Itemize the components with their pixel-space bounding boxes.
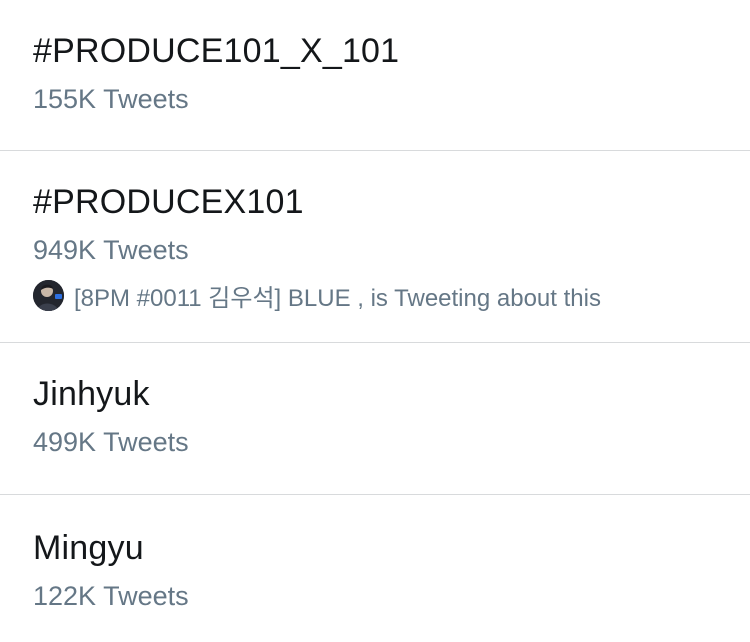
- trend-item-mingyu[interactable]: Mingyu 122K Tweets: [0, 495, 750, 642]
- trend-name: #PRODUCE101_X_101: [33, 32, 400, 70]
- trend-tweet-count: 155K Tweets: [33, 84, 189, 114]
- trend-item-producex101[interactable]: #PRODUCEX101 949K Tweets [8PM #0011 김우석]…: [0, 151, 750, 343]
- trend-item-produce101-x-101[interactable]: #PRODUCE101_X_101 155K Tweets: [0, 0, 750, 151]
- trend-tweet-count: 499K Tweets: [33, 427, 189, 457]
- trend-tweet-count: 122K Tweets: [33, 581, 189, 611]
- trend-context-text: [8PM #0011 김우석] BLUE , is Tweeting about…: [74, 284, 601, 312]
- trend-context: [8PM #0011 김우석] BLUE , is Tweeting about…: [33, 279, 601, 312]
- trend-tweet-count: 949K Tweets: [33, 235, 189, 265]
- trend-item-jinhyuk[interactable]: Jinhyuk 499K Tweets: [0, 343, 750, 495]
- trends-list: #PRODUCE101_X_101 155K Tweets #PRODUCEX1…: [0, 0, 750, 642]
- trend-name: Mingyu: [33, 529, 144, 567]
- trend-name: #PRODUCEX101: [33, 183, 304, 221]
- trend-name: Jinhyuk: [33, 375, 150, 413]
- user-avatar-icon: [33, 279, 64, 311]
